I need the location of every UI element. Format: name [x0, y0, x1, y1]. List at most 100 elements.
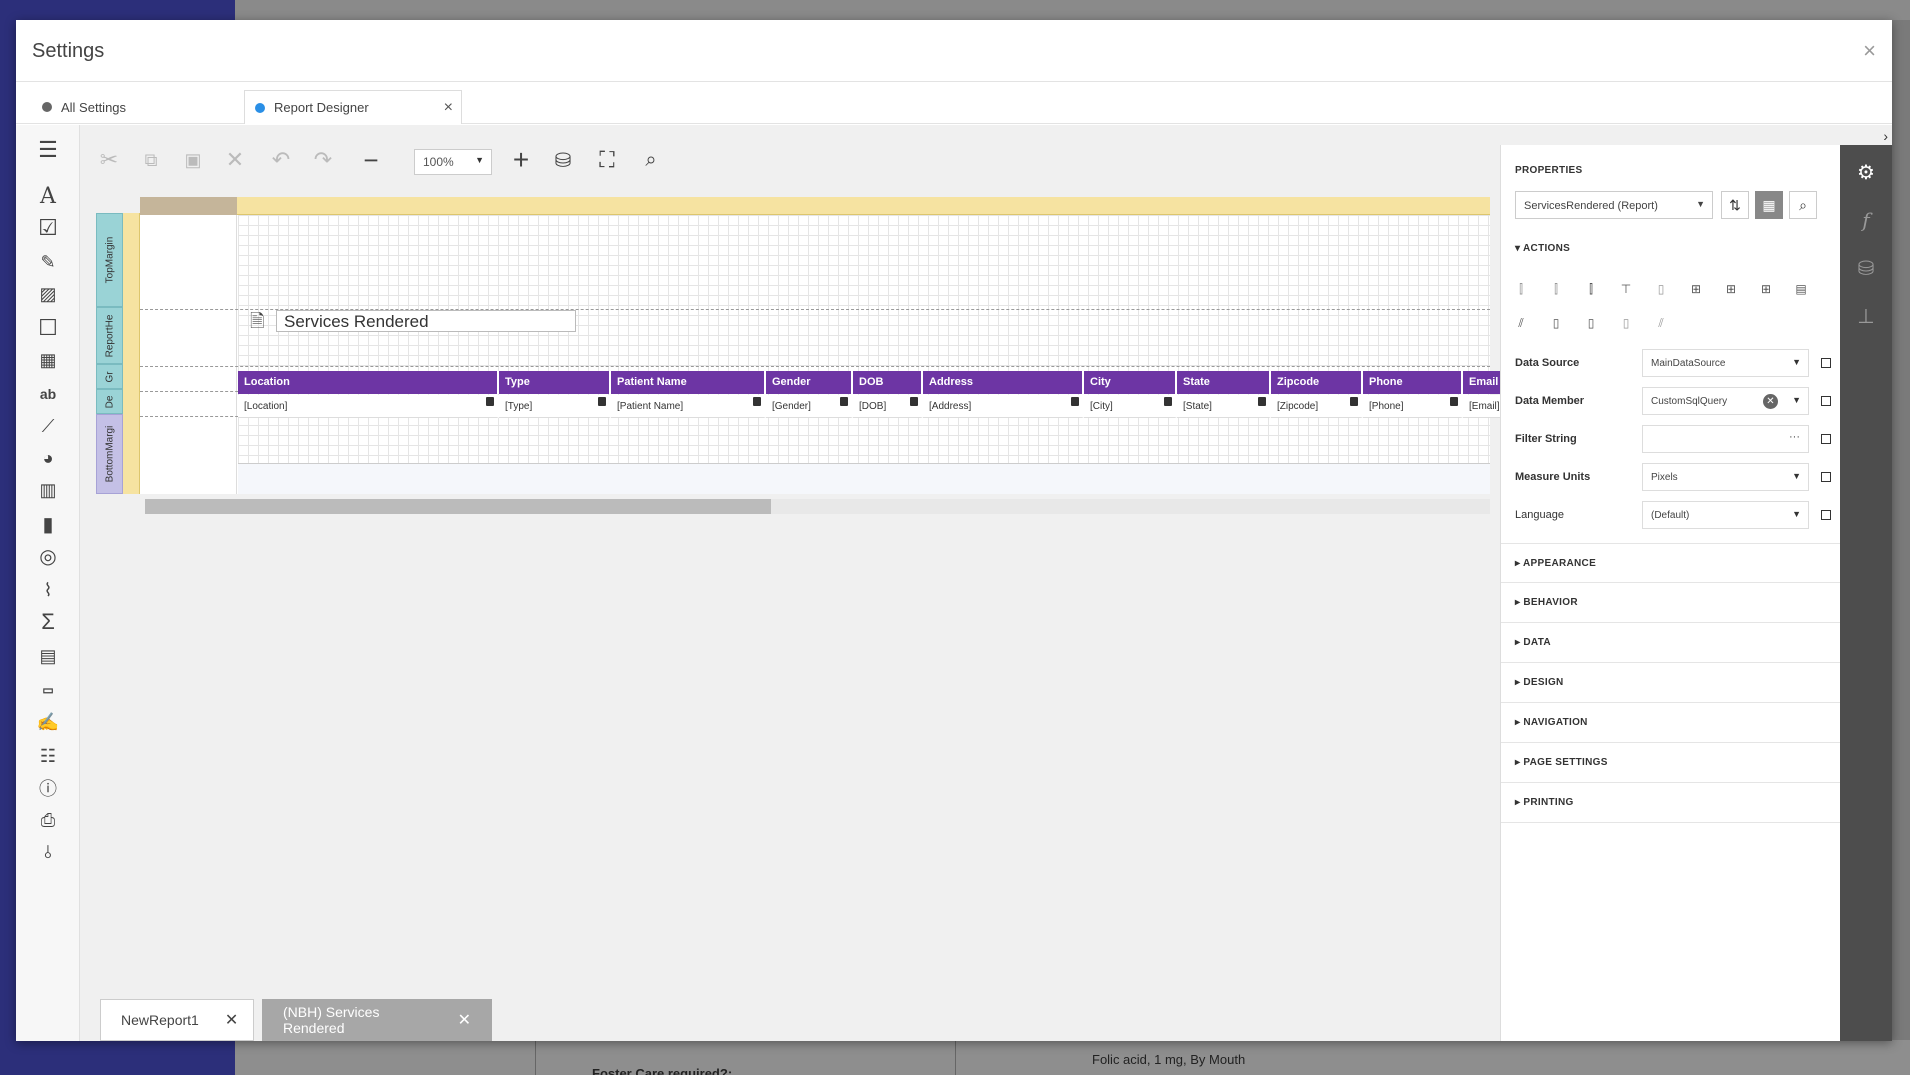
report-info-icon[interactable]: ⓘ: [30, 773, 66, 803]
data-member-select[interactable]: CustomSqlQuery ✕ ▼: [1642, 387, 1809, 415]
copy-icon[interactable]: ⧉: [136, 145, 166, 175]
smart-tag-icon[interactable]: [753, 397, 761, 406]
detail-cell[interactable]: [Patient Name]: [611, 395, 766, 418]
same-width-icon[interactable]: ⊞: [1758, 281, 1774, 297]
close-tab-icon[interactable]: ×: [444, 99, 453, 117]
section-actions[interactable]: ▾ ACTIONS: [1501, 229, 1841, 269]
header-cell[interactable]: Email: [1463, 371, 1502, 394]
smart-tag-icon[interactable]: [1350, 397, 1358, 406]
delete-icon[interactable]: ✕: [220, 145, 250, 175]
gauge-tool-icon[interactable]: ◎: [30, 541, 66, 571]
detail-cell[interactable]: [Phone]: [1363, 395, 1463, 418]
report-explorer-icon[interactable]: ⊥: [1853, 303, 1879, 329]
section-appearance[interactable]: ▸ APPEARANCE: [1501, 543, 1841, 583]
smart-tag-icon[interactable]: [1258, 397, 1266, 406]
section-design[interactable]: ▸ DESIGN: [1501, 663, 1841, 703]
doc-tab-newreport1[interactable]: NewReport1 ✕: [100, 999, 254, 1041]
detail-cell[interactable]: [Gender]: [766, 395, 853, 418]
chevron-right-icon[interactable]: ›: [1883, 128, 1888, 144]
label-tool-icon[interactable]: A: [30, 181, 66, 211]
undo-icon[interactable]: ↶: [266, 145, 296, 175]
header-cell[interactable]: Address: [923, 371, 1084, 394]
categorized-icon[interactable]: ▦: [1755, 191, 1783, 219]
header-cell[interactable]: DOB: [853, 371, 923, 394]
detail-cell[interactable]: [DOB]: [853, 395, 923, 418]
paste-icon[interactable]: ▣: [178, 145, 208, 175]
checkbox[interactable]: [1821, 358, 1831, 368]
ellipsis-icon[interactable]: ···: [1789, 431, 1800, 443]
align-right-icon[interactable]: ⫿: [1583, 281, 1599, 297]
doc-tab-services-rendered[interactable]: (NBH) Services Rendered ✕: [262, 999, 492, 1041]
align-left-icon[interactable]: ⫿: [1513, 281, 1529, 297]
header-cell[interactable]: Type: [499, 371, 611, 394]
tab-report-designer[interactable]: Report Designer ×: [244, 90, 462, 124]
band-top-margin[interactable]: TopMargin: [96, 213, 123, 307]
table-detail-row[interactable]: [Location] [Type] [Patient Name] [Gender…: [238, 395, 1502, 418]
header-cell[interactable]: Zipcode: [1271, 371, 1363, 394]
design-surface[interactable]: TopMargin ReportHe Gr De BottomMargi 🗎 S…: [80, 195, 1502, 525]
section-printing[interactable]: ▸ PRINTING: [1501, 783, 1841, 823]
zoom-out-icon[interactable]: −: [356, 145, 386, 175]
scrollbar-thumb[interactable]: [145, 499, 771, 514]
menu-icon[interactable]: ☰: [30, 135, 66, 165]
language-select[interactable]: (Default) ▼: [1642, 501, 1809, 529]
page-info-icon[interactable]: ▤: [30, 641, 66, 671]
close-icon[interactable]: ×: [1863, 38, 1876, 64]
same-height-icon[interactable]: ⫽: [1513, 315, 1529, 331]
expressions-icon[interactable]: f: [1853, 207, 1879, 233]
checkbox[interactable]: [1821, 510, 1831, 520]
checkbox-tool-icon[interactable]: ☑: [30, 213, 66, 243]
richtext-tool-icon[interactable]: ✎: [30, 247, 66, 277]
smart-tag-icon[interactable]: [486, 397, 494, 406]
close-icon[interactable]: ✕: [225, 1010, 238, 1030]
checkbox[interactable]: [1821, 434, 1831, 444]
bring-front-icon[interactable]: ⫽: [1653, 315, 1669, 331]
line-tool-icon[interactable]: ⟋: [30, 411, 66, 441]
header-cell[interactable]: State: [1177, 371, 1271, 394]
measure-units-select[interactable]: Pixels ▼: [1642, 463, 1809, 491]
redo-icon[interactable]: ↷: [308, 145, 338, 175]
table-tool-icon[interactable]: ▦: [30, 345, 66, 375]
smart-tag-icon[interactable]: [1450, 397, 1458, 406]
band-bottom-margin[interactable]: BottomMargi: [96, 414, 123, 494]
band-group-header[interactable]: Gr: [96, 364, 123, 389]
size-to-grid-icon[interactable]: ⊞: [1723, 281, 1739, 297]
print-tool-icon[interactable]: ⎙: [30, 805, 66, 835]
header-cell[interactable]: Phone: [1363, 371, 1463, 394]
band-report-header[interactable]: ReportHe: [96, 307, 123, 364]
preview-icon[interactable]: ⌕: [636, 145, 666, 175]
tab-all-settings[interactable]: All Settings: [32, 90, 136, 124]
header-cell[interactable]: Patient Name: [611, 371, 766, 394]
align-bottom-icon[interactable]: ⊞: [1688, 281, 1704, 297]
section-behavior[interactable]: ▸ BEHAVIOR: [1501, 583, 1841, 623]
horizontal-scrollbar[interactable]: [145, 499, 1490, 514]
component-select[interactable]: ServicesRendered (Report) ▼: [1515, 191, 1713, 219]
detail-cell[interactable]: [Address]: [923, 395, 1084, 418]
detail-cell[interactable]: [Type]: [499, 395, 611, 418]
filter-string-input[interactable]: ···: [1642, 425, 1809, 453]
section-data[interactable]: ▸ DATA: [1501, 623, 1841, 663]
character-comb-icon[interactable]: ab: [30, 379, 66, 409]
barcode-tool-icon[interactable]: ▥: [30, 475, 66, 505]
checkbox[interactable]: [1821, 396, 1831, 406]
section-page-settings[interactable]: ▸ PAGE SETTINGS: [1501, 743, 1841, 783]
cut-icon[interactable]: ✂: [94, 145, 124, 175]
smart-tag-icon[interactable]: [840, 397, 848, 406]
smart-tag-icon[interactable]: [598, 397, 606, 406]
detail-cell[interactable]: [State]: [1177, 395, 1271, 418]
same-size-icon[interactable]: ▯: [1548, 315, 1564, 331]
add-data-source-icon[interactable]: ⛁: [548, 145, 578, 175]
sparkline-tool-icon[interactable]: ⌇: [30, 575, 66, 605]
smart-tag-icon[interactable]: [910, 397, 918, 406]
table-header-row[interactable]: Location Type Patient Name Gender DOB Ad…: [238, 371, 1502, 394]
center-vertically-icon[interactable]: ▯: [1618, 315, 1634, 331]
clear-icon[interactable]: ✕: [1763, 394, 1778, 409]
search-icon[interactable]: ⌕: [1789, 191, 1817, 219]
detail-cell[interactable]: [Email]: [1463, 395, 1502, 418]
signature-tool-icon[interactable]: ✍: [30, 707, 66, 737]
header-cell[interactable]: City: [1084, 371, 1177, 394]
full-screen-icon[interactable]: ⛶: [592, 145, 622, 175]
gear-icon[interactable]: ⚙: [1853, 159, 1879, 185]
pdf-content-icon[interactable]: ▭: [30, 675, 66, 705]
detail-cell[interactable]: [Location]: [238, 395, 499, 418]
